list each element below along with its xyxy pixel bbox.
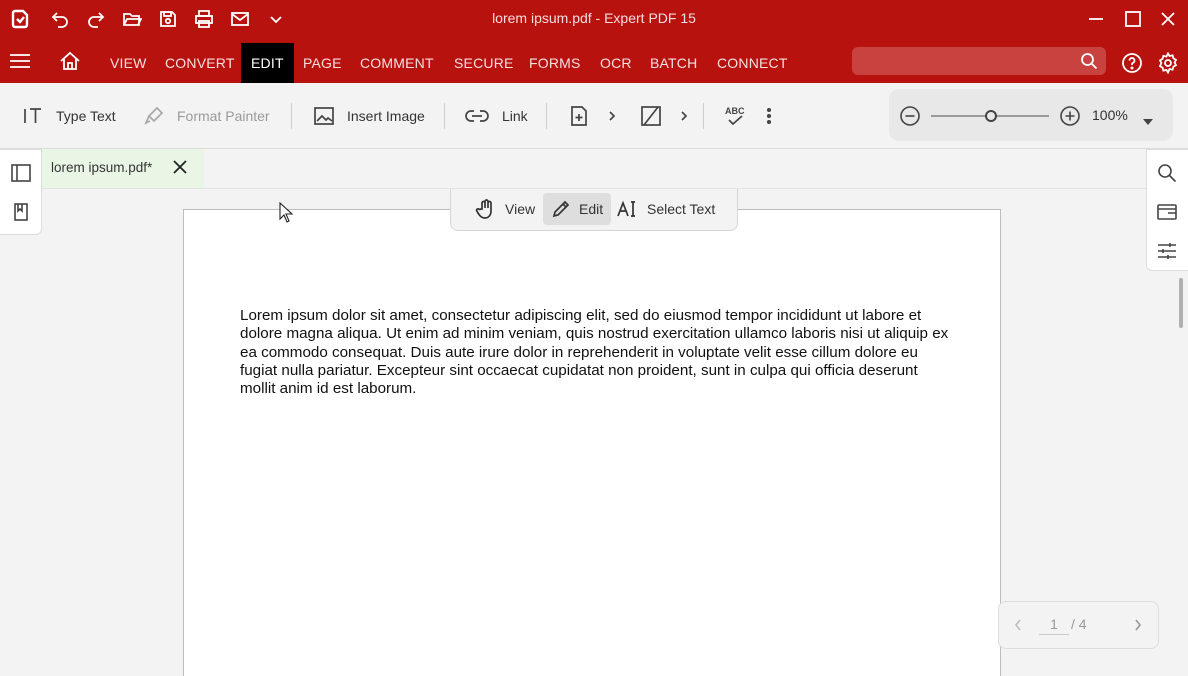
maximize-icon[interactable] — [1122, 8, 1144, 30]
spell-check-button[interactable]: ABC — [723, 105, 749, 127]
link-label: Link — [502, 108, 528, 124]
tab-view[interactable]: VIEW — [100, 43, 157, 83]
search-icon[interactable] — [1080, 52, 1098, 75]
close-icon[interactable] — [1157, 8, 1179, 30]
document-page[interactable]: Lorem ipsum dolor sit amet, consectetur … — [183, 209, 1001, 676]
tab-secure[interactable]: SECURE — [444, 43, 524, 83]
hamburger-menu-icon[interactable] — [9, 52, 31, 75]
format-painter-label: Format Painter — [177, 108, 270, 124]
select-text-mode-button[interactable]: Select Text — [609, 193, 723, 225]
toolbar-divider — [444, 103, 445, 129]
pencil-icon — [552, 200, 570, 218]
next-page-icon[interactable] — [1133, 618, 1143, 635]
redo-icon[interactable] — [85, 8, 107, 30]
open-folder-icon[interactable] — [121, 8, 143, 30]
minimize-icon[interactable] — [1085, 8, 1107, 30]
add-page-button[interactable] — [568, 105, 590, 127]
type-text-label: Type Text — [56, 108, 116, 124]
zoom-slider-handle[interactable] — [985, 110, 997, 122]
insert-image-button[interactable]: Insert Image — [313, 105, 425, 127]
close-tab-icon[interactable] — [172, 159, 188, 180]
toolbar-divider — [291, 103, 292, 129]
tab-edit[interactable]: EDIT — [241, 43, 294, 83]
view-mode-label: View — [505, 201, 536, 217]
remove-content-dropdown-chevron-icon[interactable] — [678, 105, 690, 127]
remove-content-button[interactable] — [639, 105, 663, 127]
mouse-cursor-icon — [279, 201, 294, 229]
view-mode-button[interactable]: View — [467, 193, 543, 225]
more-options-icon[interactable] — [764, 105, 774, 127]
attachments-panel-icon[interactable] — [1155, 200, 1179, 224]
current-page-input[interactable]: 1 — [1039, 616, 1069, 635]
settings-gear-icon[interactable] — [1157, 51, 1179, 79]
title-bar: lorem ipsum.pdf - Expert PDF 15 — [0, 0, 1188, 38]
mode-switcher: View Edit Select Text — [450, 189, 738, 231]
tab-forms[interactable]: FORMS — [519, 43, 591, 83]
hand-icon — [475, 199, 492, 219]
select-text-icon — [617, 200, 635, 217]
add-page-icon — [571, 106, 587, 126]
tab-batch[interactable]: BATCH — [640, 43, 707, 83]
save-icon[interactable] — [157, 8, 179, 30]
edit-toolbar: Type Text Format Painter Insert Image Li… — [0, 83, 1188, 149]
format-painter-button[interactable]: Format Painter — [143, 105, 270, 127]
home-icon[interactable] — [59, 51, 81, 76]
email-icon[interactable] — [229, 8, 251, 30]
tab-comment[interactable]: COMMENT — [350, 43, 444, 83]
select-text-mode-label: Select Text — [647, 201, 716, 217]
page-total: / 4 — [1071, 616, 1087, 632]
tab-ocr[interactable]: OCR — [590, 43, 642, 83]
thumbnails-panel-icon[interactable] — [9, 161, 33, 185]
type-text-button[interactable]: Type Text — [22, 105, 116, 127]
document-tab[interactable]: lorem ipsum.pdf* — [42, 149, 204, 188]
customize-chevron-icon[interactable] — [265, 8, 287, 30]
undo-icon[interactable] — [49, 8, 71, 30]
print-icon[interactable] — [193, 8, 215, 30]
vertical-scrollbar[interactable] — [1179, 278, 1183, 328]
insert-image-label: Insert Image — [347, 108, 425, 124]
page-body-text[interactable]: Lorem ipsum dolor sit amet, consectetur … — [240, 307, 952, 398]
link-icon — [465, 110, 489, 122]
zoom-out-icon[interactable] — [899, 105, 921, 132]
toolbar-divider — [703, 103, 704, 129]
link-button[interactable]: Link — [464, 105, 528, 127]
zoom-in-icon[interactable] — [1059, 105, 1081, 132]
add-page-dropdown-chevron-icon[interactable] — [606, 105, 618, 127]
spell-check-icon: ABC — [725, 106, 745, 126]
tab-convert[interactable]: CONVERT — [155, 43, 245, 83]
type-text-icon — [24, 108, 41, 123]
document-tab-strip: lorem ipsum.pdf* — [42, 149, 1146, 189]
search-input[interactable] — [852, 47, 1072, 75]
find-panel-search-icon[interactable] — [1155, 161, 1179, 185]
edit-mode-button[interactable]: Edit — [543, 193, 612, 225]
search-box — [852, 47, 1106, 75]
right-side-panel — [1146, 149, 1188, 271]
ribbon-menu-bar: VIEW CONVERT EDIT PAGE COMMENT SECURE FO… — [0, 38, 1188, 83]
toolbar-divider — [546, 103, 547, 129]
properties-sliders-icon[interactable] — [1155, 239, 1179, 263]
zoom-level[interactable]: 100% — [1092, 107, 1128, 123]
edit-mode-label: Edit — [579, 201, 604, 217]
bookmarks-panel-icon[interactable] — [9, 200, 33, 224]
left-side-panel — [0, 149, 42, 235]
page-navigator: 1 / 4 — [998, 601, 1159, 649]
svg-text:ABC: ABC — [725, 106, 745, 116]
zoom-dropdown-icon[interactable] — [1142, 113, 1154, 131]
zoom-control: 100% — [889, 89, 1173, 141]
help-icon[interactable] — [1121, 52, 1143, 79]
previous-page-icon[interactable] — [1013, 618, 1023, 635]
format-painter-icon — [144, 106, 164, 125]
document-tab-name: lorem ipsum.pdf* — [51, 160, 153, 175]
tab-connect[interactable]: CONNECT — [707, 43, 798, 83]
image-icon — [314, 107, 334, 125]
strike-page-icon — [641, 106, 661, 126]
app-logo-icon[interactable] — [9, 8, 31, 30]
tab-page[interactable]: PAGE — [293, 43, 352, 83]
